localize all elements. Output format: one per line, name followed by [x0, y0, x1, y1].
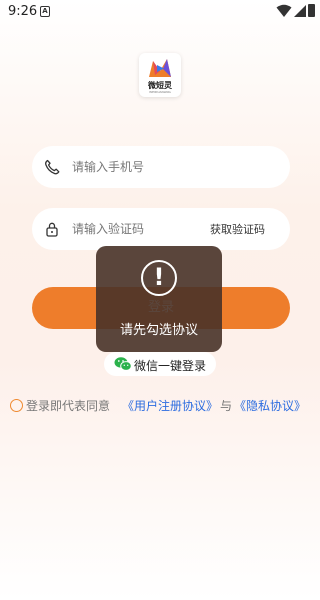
agreement-row: 登录即代表同意 《用户注册协议》 与 《隐私协议》 — [10, 396, 315, 416]
wechat-login-label: 微信一键登录 — [134, 359, 207, 373]
agreement-and: 与 — [220, 399, 233, 413]
get-code-button[interactable]: 获取验证码 — [210, 221, 265, 237]
phone-field[interactable] — [32, 146, 290, 188]
toast-message: ! 请先勾选协议 — [96, 246, 222, 352]
app-logo: 微短灵 WEIDUANLING — [139, 53, 181, 97]
signal-icon — [294, 5, 306, 17]
notification-icon: A — [40, 6, 50, 17]
code-field[interactable]: 获取验证码 — [32, 208, 290, 250]
phone-icon — [45, 159, 60, 175]
agree-checkbox[interactable] — [10, 399, 23, 412]
status-bar: 9:26 A — [0, 0, 320, 24]
status-time: 9:26 — [8, 4, 38, 19]
logo-mark-icon — [149, 59, 171, 77]
logo-subtitle: WEIDUANLING — [149, 90, 171, 94]
wechat-login-button[interactable]: 微信一键登录 — [104, 352, 216, 376]
exclamation-icon: ! — [141, 260, 177, 296]
battery-icon — [308, 4, 315, 17]
wifi-icon — [276, 4, 292, 17]
lock-icon — [46, 222, 58, 237]
wechat-icon — [114, 357, 132, 371]
user-agreement-link[interactable]: 《用户注册协议》 — [122, 397, 218, 414]
phone-input[interactable] — [72, 157, 212, 177]
toast-text: 请先勾选协议 — [119, 323, 198, 338]
code-input[interactable] — [72, 219, 212, 239]
agreement-prefix: 登录即代表同意 — [26, 399, 111, 413]
privacy-policy-link[interactable]: 《隐私协议》 — [234, 397, 306, 414]
